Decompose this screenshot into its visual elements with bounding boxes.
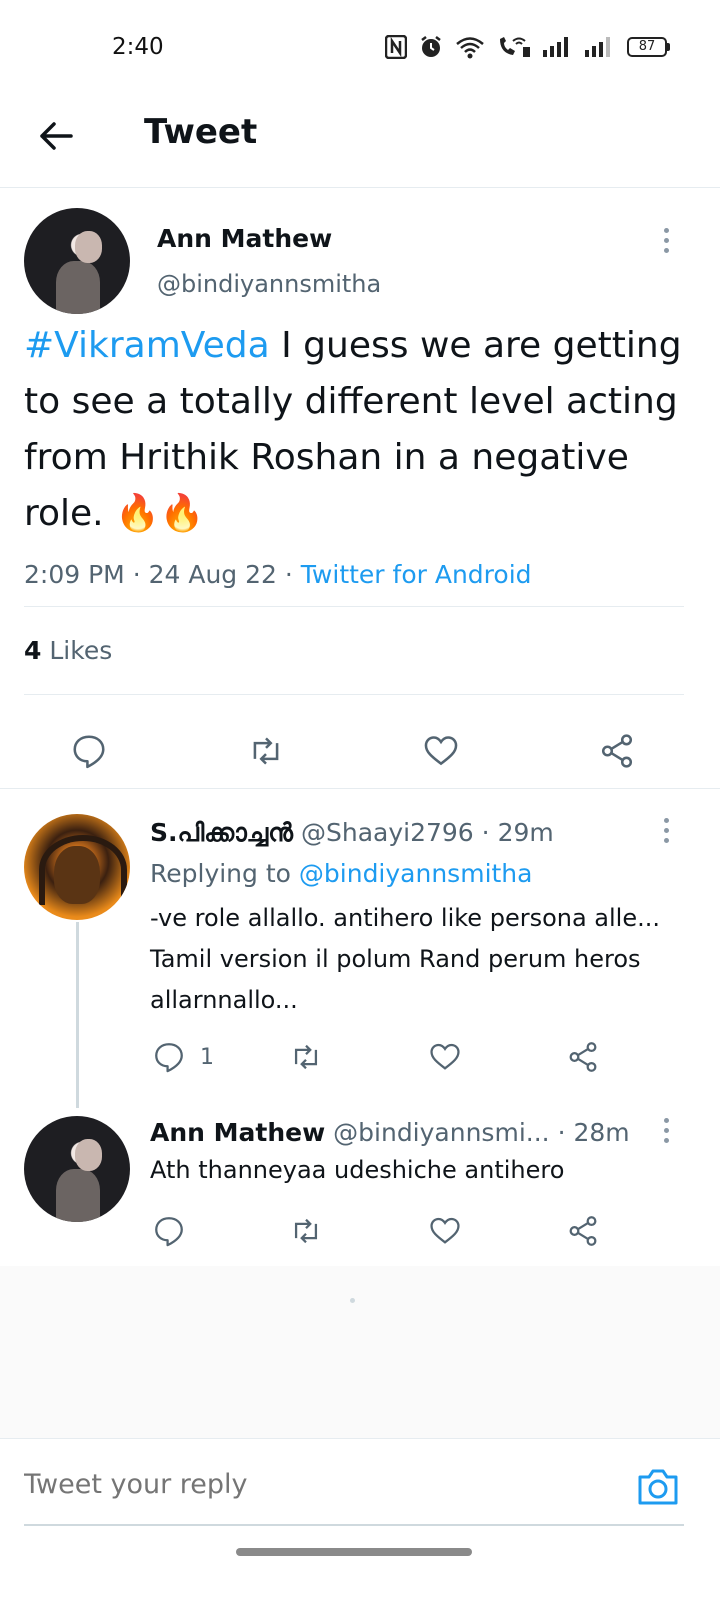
replying-to-label: Replying to — [150, 859, 291, 888]
retweet-button[interactable] — [288, 1034, 324, 1080]
share-button[interactable] — [598, 728, 636, 774]
tweet-source-link[interactable]: Twitter for Android — [301, 560, 532, 589]
alarm-icon — [419, 34, 443, 60]
avatar[interactable] — [24, 814, 130, 920]
avatar[interactable] — [24, 1116, 130, 1222]
retweet-button[interactable] — [246, 728, 286, 774]
gesture-nav-bar[interactable] — [236, 1548, 472, 1556]
divider — [24, 606, 684, 607]
reply-button[interactable] — [70, 728, 108, 774]
likes-count: 4 — [24, 636, 42, 665]
share-icon — [569, 1216, 597, 1246]
signal-icon — [543, 34, 573, 60]
hashtag-link[interactable]: #VikramVeda — [24, 325, 270, 366]
like-button[interactable] — [428, 1208, 462, 1254]
status-time: 2:40 — [112, 34, 164, 60]
back-button[interactable] — [34, 114, 78, 158]
reply-icon — [155, 1217, 183, 1247]
share-icon — [601, 734, 633, 768]
reply-header: S.പിക്കാച്ചൻ @Shaayi2796 · 29m — [150, 818, 554, 847]
tweet-date: 24 Aug 22 — [148, 560, 277, 589]
tweet-meta: 2:09 PM · 24 Aug 22 · Twitter for Androi… — [24, 560, 532, 589]
more-options-icon[interactable] — [664, 228, 669, 253]
battery-level: 87 — [627, 37, 667, 57]
reply-age: 28m — [573, 1118, 630, 1147]
share-icon — [569, 1042, 597, 1072]
reply-author-handle[interactable]: @bindiyannsmi... — [333, 1118, 549, 1147]
more-options-icon[interactable] — [664, 1118, 669, 1143]
reply-button[interactable]: 1 — [152, 1034, 214, 1080]
status-icons: 87 — [385, 34, 670, 60]
nfc-icon — [385, 34, 407, 60]
arrow-left-icon — [40, 122, 73, 150]
fire-emoji: 🔥🔥 — [115, 493, 205, 534]
reply-header: Ann Mathew @bindiyannsmi... · 28m — [150, 1118, 630, 1147]
replying-to: Replying to @bindiyannsmitha — [150, 859, 532, 888]
reply-icon — [73, 735, 105, 769]
avatar[interactable] — [24, 208, 130, 314]
top-header: Tweet — [0, 96, 720, 188]
reply-tweet[interactable]: Ann Mathew @bindiyannsmi... · 28m Ath th… — [0, 1108, 720, 1266]
mention-link[interactable]: @bindiyannsmitha — [299, 859, 533, 888]
reply-author-name[interactable]: S.പിക്കാച്ചൻ — [150, 818, 293, 847]
wifi-call-icon — [497, 34, 531, 60]
camera-icon — [638, 1469, 678, 1505]
thread-line — [76, 922, 79, 1108]
reply-text: Ath thanneyaa udeshiche antihero — [150, 1156, 565, 1184]
reply-composer — [0, 1438, 720, 1530]
divider — [24, 694, 684, 695]
heart-icon — [424, 736, 458, 766]
status-bar: 2:40 87 — [0, 0, 720, 96]
tweet-text: #VikramVeda I guess we are getting to se… — [24, 318, 694, 542]
signal-icon — [585, 34, 615, 60]
likes-row[interactable]: 4 Likes — [24, 636, 112, 665]
empty-area — [0, 1266, 720, 1438]
retweet-icon — [253, 737, 279, 765]
composer-underline — [24, 1524, 684, 1526]
reply-count: 1 — [200, 1044, 214, 1070]
reply-author-handle[interactable]: @Shaayi2796 — [301, 818, 474, 847]
share-button[interactable] — [566, 1208, 600, 1254]
retweet-button[interactable] — [288, 1208, 324, 1254]
retweet-icon — [294, 1044, 318, 1070]
author-name[interactable]: Ann Mathew — [157, 224, 332, 253]
loading-dot — [350, 1298, 355, 1303]
reply-icon — [155, 1043, 183, 1073]
camera-button[interactable] — [636, 1467, 680, 1507]
battery-icon: 87 — [627, 37, 670, 57]
share-button[interactable] — [566, 1034, 600, 1080]
likes-label: Likes — [49, 636, 113, 665]
reply-age: 29m — [497, 818, 554, 847]
reply-input[interactable] — [24, 1469, 544, 1500]
heart-icon — [430, 1043, 460, 1070]
heart-icon — [430, 1217, 460, 1244]
tweet-actions — [0, 728, 720, 778]
wifi-icon — [455, 34, 485, 60]
reply-text: -ve role allallo. antihero like persona … — [150, 904, 660, 1014]
reply-button[interactable] — [152, 1208, 186, 1254]
tweet-time: 2:09 PM — [24, 560, 125, 589]
retweet-icon — [294, 1218, 318, 1244]
like-button[interactable] — [428, 1034, 462, 1080]
more-options-icon[interactable] — [664, 818, 669, 843]
reply-author-name[interactable]: Ann Mathew — [150, 1118, 325, 1147]
author-handle[interactable]: @bindiyannsmitha — [157, 270, 381, 298]
reply-tweet[interactable]: S.പിക്കാച്ചൻ @Shaayi2796 · 29m Replying … — [0, 788, 720, 1108]
page-title: Tweet — [144, 112, 258, 152]
like-button[interactable] — [422, 728, 460, 774]
